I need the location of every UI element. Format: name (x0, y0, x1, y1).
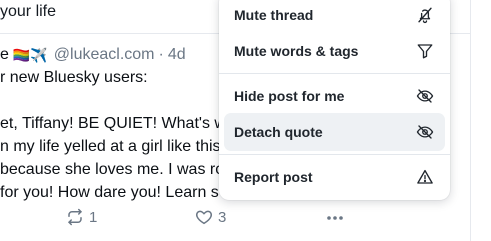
author-handle[interactable]: @lukeacl.com (54, 46, 155, 64)
menu-separator (219, 73, 450, 74)
repost-button[interactable]: 1 (66, 208, 97, 226)
menu-item-label: Mute words & tags (234, 43, 359, 59)
author-emoji: 🏳️‍🌈✈️ (12, 46, 48, 63)
previous-post-text: your life (0, 3, 57, 20)
screen: your life e 🏳️‍🌈✈️ @lukeacl.com · 4d r n… (0, 0, 491, 241)
heart-icon (195, 208, 213, 226)
menu-item-label: Report post (234, 169, 313, 185)
like-count: 3 (218, 208, 227, 226)
menu-item-label: Detach quote (234, 124, 323, 140)
menu-separator (219, 154, 450, 155)
eye-slash-icon (415, 122, 435, 142)
menu-item-hide-post[interactable]: Hide post for me (224, 77, 445, 115)
header-separator: · (158, 46, 164, 63)
muted-bell-icon (415, 5, 435, 25)
like-button[interactable]: 3 (195, 208, 226, 226)
ellipsis-icon (325, 208, 345, 226)
post-text-line: because she loves me. I was ro (0, 161, 225, 178)
author-name[interactable]: e (0, 46, 9, 64)
post-time[interactable]: 4d (168, 46, 186, 64)
eye-slash-icon (415, 86, 435, 106)
menu-item-report-post[interactable]: Report post (224, 158, 445, 196)
post-header: e 🏳️‍🌈✈️ @lukeacl.com · 4d (0, 46, 186, 64)
repost-icon (66, 208, 84, 226)
menu-item-label: Hide post for me (234, 88, 345, 104)
post-text-line: r new Bluesky users: (0, 69, 148, 86)
menu-item-mute-words-tags[interactable]: Mute words & tags (224, 32, 445, 70)
filter-icon (415, 41, 435, 61)
post-actions: 1 3 (0, 208, 470, 232)
menu-item-detach-quote[interactable]: Detach quote (224, 113, 445, 151)
menu-item-mute-thread[interactable]: Mute thread (224, 0, 445, 34)
post-text-line: et, Tiffany! BE QUIET! What's wr (0, 115, 232, 132)
post-text-line: for you! How dare you! Learn s (0, 184, 219, 201)
menu-item-label: Mute thread (234, 7, 314, 23)
post-options-menu: Mute thread Mute words & tags Hide post … (219, 0, 450, 200)
feed-column-border (470, 0, 471, 241)
more-options-button[interactable] (325, 208, 345, 226)
warning-triangle-icon (415, 167, 435, 187)
repost-count: 1 (89, 208, 98, 226)
post-text-line: n my life yelled at a girl like this. (0, 138, 225, 155)
